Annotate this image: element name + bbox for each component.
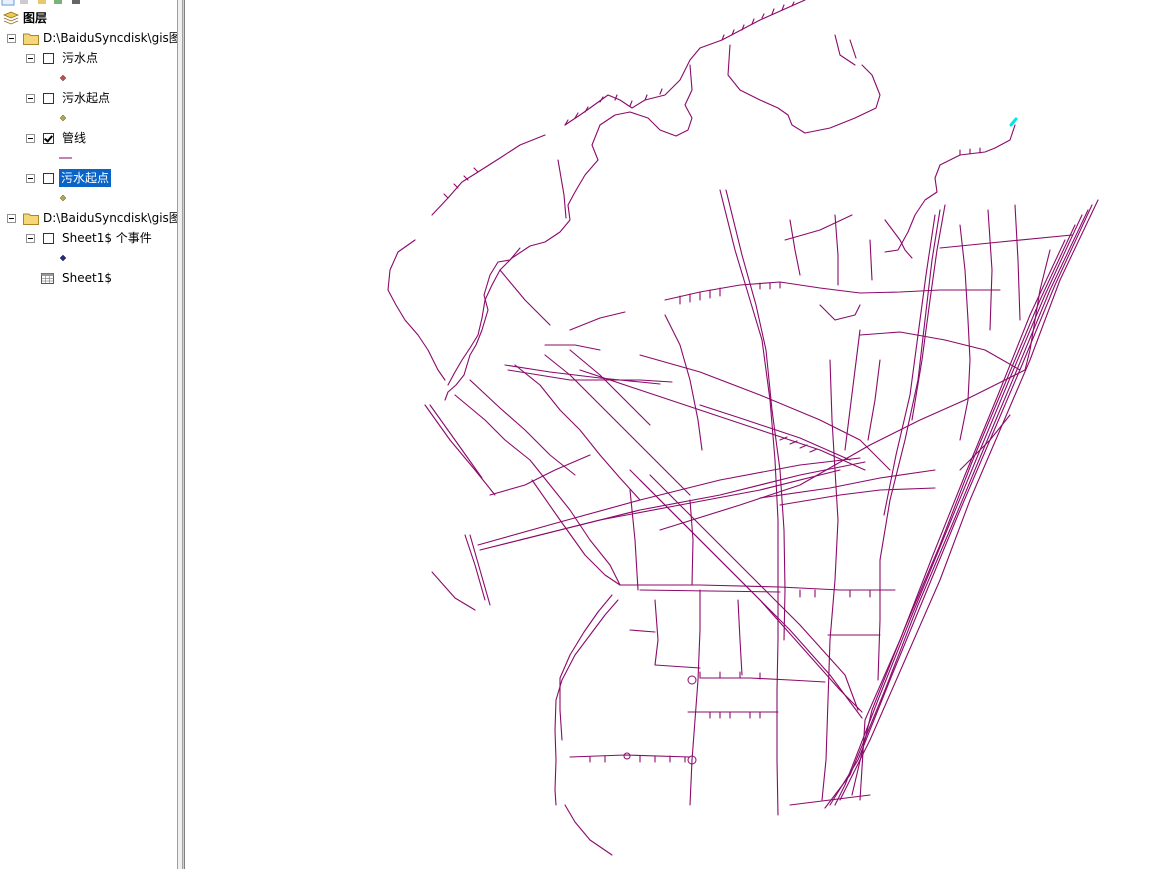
collapse-icon[interactable] — [26, 174, 35, 183]
junction-markers — [623, 675, 697, 765]
layer-visibility-checkbox[interactable] — [43, 53, 54, 64]
table-of-contents-panel: 图层 D:\BaiduSyncdisk\gis图 污水点 污水起点 管线 污水起… — [0, 0, 177, 869]
toc-group-1[interactable]: D:\BaiduSyncdisk\gis图 — [0, 29, 177, 47]
toc-toolbar — [0, 0, 177, 6]
map-canvas[interactable] — [186, 0, 1163, 869]
layer-label: 污水起点 — [62, 91, 111, 105]
point-symbol-icon — [59, 74, 67, 82]
collapse-icon[interactable] — [26, 234, 35, 243]
layer-label-selected: 污水起点 — [59, 169, 112, 187]
toc-group-1-label: D:\BaiduSyncdisk\gis图 — [43, 31, 177, 45]
point-symbol-icon — [59, 254, 67, 262]
list-by-selection-icon[interactable] — [54, 0, 62, 4]
pipeline-map — [387, 0, 1099, 856]
layer-visibility-checkbox[interactable] — [43, 173, 54, 184]
list-by-drawing-order-icon[interactable] — [1, 0, 15, 6]
toc-table-sheet1[interactable]: Sheet1$ — [0, 269, 177, 287]
table-label: Sheet1$ — [62, 271, 112, 285]
collapse-icon[interactable] — [26, 94, 35, 103]
table-icon — [41, 273, 54, 284]
line-symbol-icon — [59, 157, 72, 159]
folder-icon — [23, 33, 39, 45]
pipeline-features — [387, 0, 1099, 856]
point-symbol-icon — [59, 114, 67, 122]
options-icon[interactable] — [72, 0, 80, 4]
layer-label: 污水点 — [62, 51, 99, 65]
collapse-icon[interactable] — [7, 214, 16, 223]
point-symbol-icon — [59, 194, 67, 202]
selected-feature-highlight — [1009, 117, 1018, 127]
toc-layer-sewage-point[interactable]: 污水点 — [0, 49, 177, 67]
list-by-source-icon[interactable] — [20, 0, 28, 4]
collapse-icon[interactable] — [7, 34, 16, 43]
layer-visibility-checkbox[interactable] — [43, 93, 54, 104]
toc-layer-sheet1-events[interactable]: Sheet1$ 个事件 — [0, 229, 177, 247]
toc-root-label: 图层 — [23, 11, 48, 25]
toc-layer-pipeline[interactable]: 管线 — [0, 129, 177, 147]
toc-layer-sewage-start[interactable]: 污水起点 — [0, 89, 177, 107]
panel-splitter[interactable] — [183, 0, 185, 869]
collapse-icon[interactable] — [26, 134, 35, 143]
layer-label: 管线 — [62, 131, 87, 145]
layer-visibility-checkbox[interactable] — [43, 133, 54, 144]
toc-group-2-label: D:\BaiduSyncdisk\gis图 — [43, 211, 177, 225]
toc-group-2[interactable]: D:\BaiduSyncdisk\gis图 — [0, 209, 177, 227]
layer-visibility-checkbox[interactable] — [43, 233, 54, 244]
collapse-icon[interactable] — [26, 54, 35, 63]
folder-icon — [23, 213, 39, 225]
toc-root-layers[interactable]: 图层 — [0, 9, 177, 27]
layers-icon — [3, 11, 19, 25]
list-by-visibility-icon[interactable] — [38, 0, 46, 4]
layer-label: Sheet1$ 个事件 — [62, 231, 152, 245]
toc-layer-sewage-start-2[interactable]: 污水起点 — [0, 169, 177, 187]
